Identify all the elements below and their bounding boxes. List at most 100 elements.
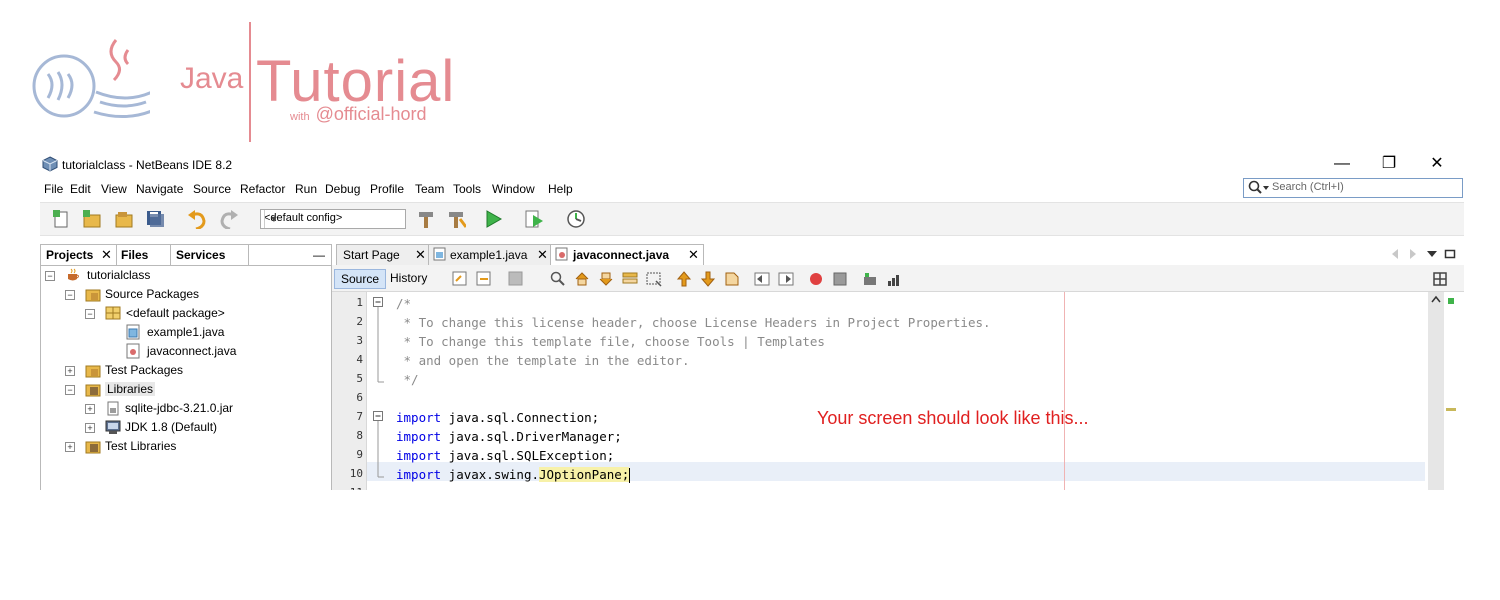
toggle-highlight-icon[interactable] xyxy=(622,271,638,287)
source-tab[interactable]: Source xyxy=(334,269,386,289)
tab-projects[interactable]: Projects xyxy=(46,248,93,262)
scroll-up-icon[interactable] xyxy=(1430,294,1442,304)
shift-left-icon[interactable] xyxy=(754,271,770,287)
last-edit-icon[interactable] xyxy=(452,271,468,287)
profile-icon[interactable] xyxy=(566,209,586,229)
code-line[interactable]: import java.sql.SQLException; xyxy=(396,448,614,463)
tab-close-icon[interactable]: ✕ xyxy=(415,247,426,263)
keyword: import xyxy=(396,429,442,444)
save-all-icon[interactable] xyxy=(145,209,165,229)
collapse-icon[interactable]: − xyxy=(65,385,75,395)
config-select[interactable]: <default config> ▼ xyxy=(260,209,406,229)
keyword: import xyxy=(396,410,442,425)
code-line[interactable]: * and open the template in the editor. xyxy=(396,353,690,368)
text-cursor xyxy=(629,468,631,483)
start-pattern-icon[interactable] xyxy=(862,271,878,287)
line-number: 10 xyxy=(349,467,363,480)
code-line[interactable]: * To change this license header, choose … xyxy=(396,315,991,330)
search-icon xyxy=(1248,180,1269,194)
java-file-icon xyxy=(555,247,568,261)
menu-file[interactable]: File xyxy=(44,182,63,196)
restore-button[interactable]: ❐ xyxy=(1374,154,1404,174)
record-macro-icon[interactable] xyxy=(808,271,824,287)
run-icon[interactable] xyxy=(484,209,504,229)
menu-view[interactable]: View xyxy=(101,182,127,196)
new-file-icon[interactable] xyxy=(52,209,72,229)
expand-icon[interactable]: + xyxy=(85,404,95,414)
code-line[interactable]: import java.sql.Connection; xyxy=(396,410,599,425)
tab-start-page[interactable]: Start Page ✕ xyxy=(336,244,430,265)
forward-icon[interactable] xyxy=(508,271,524,287)
minimize-button[interactable]: — xyxy=(1327,154,1357,174)
collapse-icon[interactable]: − xyxy=(85,309,95,319)
menu-run[interactable]: Run xyxy=(295,182,317,196)
stop-macro-icon[interactable] xyxy=(832,271,848,287)
panel-minimize-button[interactable]: — xyxy=(313,248,325,262)
build-hammer-icon[interactable] xyxy=(416,209,436,229)
error-stripe-mark[interactable] xyxy=(1446,408,1456,411)
shift-right-icon[interactable] xyxy=(778,271,794,287)
tab-list-icon[interactable] xyxy=(1426,248,1438,260)
tab-scroll-right-icon[interactable] xyxy=(1408,248,1418,260)
tab-separator xyxy=(170,245,171,265)
java-file-icon xyxy=(126,324,140,340)
java-file-icon xyxy=(126,343,140,359)
next-bookmark-icon[interactable] xyxy=(700,271,716,287)
new-project-icon[interactable] xyxy=(82,209,102,229)
menu-debug[interactable]: Debug xyxy=(325,182,360,196)
menu-help[interactable]: Help xyxy=(548,182,573,196)
menu-window[interactable]: Window xyxy=(492,182,535,196)
tab-close-icon[interactable]: ✕ xyxy=(537,247,548,263)
tab-files[interactable]: Files xyxy=(121,248,148,262)
chart-icon[interactable] xyxy=(886,271,902,287)
tree-label: javaconnect.java xyxy=(147,344,237,358)
tab-close-icon[interactable]: ✕ xyxy=(688,247,699,263)
code-line[interactable]: * To change this template file, choose T… xyxy=(396,334,825,349)
tab-javaconnect[interactable]: javaconnect.java ✕ xyxy=(550,244,704,265)
code-line-current[interactable]: import javax.swing.JOptionPane; xyxy=(396,467,631,483)
find-selection-icon[interactable] xyxy=(550,271,566,287)
keyword: import xyxy=(396,448,442,463)
tab-example1[interactable]: example1.java ✕ xyxy=(428,244,552,265)
find-next-icon[interactable] xyxy=(598,271,614,287)
menu-tools[interactable]: Tools xyxy=(453,182,481,196)
menu-profile[interactable]: Profile xyxy=(370,182,404,196)
redo-icon[interactable] xyxy=(218,209,238,229)
projects-tab-close-icon[interactable]: ✕ xyxy=(101,247,112,263)
menu-refactor[interactable]: Refactor xyxy=(240,182,285,196)
library-icon xyxy=(85,441,101,454)
vertical-scrollbar[interactable] xyxy=(1428,292,1444,490)
menu-edit[interactable]: Edit xyxy=(70,182,91,196)
menu-team[interactable]: Team xyxy=(415,182,444,196)
search-input[interactable]: Search (Ctrl+I) xyxy=(1243,178,1463,198)
code-line[interactable]: /* xyxy=(396,296,411,311)
editor-panel: Start Page ✕ example1.java ✕ javaconnect… xyxy=(332,244,1464,490)
menu-source[interactable]: Source xyxy=(193,182,231,196)
history-tab[interactable]: History xyxy=(390,269,427,287)
maximize-window-icon[interactable] xyxy=(1444,248,1456,260)
clean-build-icon[interactable] xyxy=(446,209,466,229)
close-button[interactable]: ✕ xyxy=(1422,154,1452,174)
keyword: import xyxy=(396,467,442,482)
find-previous-icon[interactable] xyxy=(574,271,590,287)
previous-bookmark-icon[interactable] xyxy=(676,271,692,287)
menu-navigate[interactable]: Navigate xyxy=(136,182,183,196)
collapse-icon[interactable]: − xyxy=(45,271,55,281)
tab-scroll-left-icon[interactable] xyxy=(1390,248,1400,260)
open-project-icon[interactable] xyxy=(114,209,134,229)
chevron-down-icon: ▼ xyxy=(264,210,283,228)
toggle-bookmark-icon[interactable] xyxy=(724,271,740,287)
expand-icon[interactable]: + xyxy=(65,366,75,376)
expand-icon[interactable]: + xyxy=(85,423,95,433)
split-editor-icon[interactable] xyxy=(1432,271,1448,287)
undo-icon[interactable] xyxy=(186,209,206,229)
tab-services[interactable]: Services xyxy=(176,248,225,262)
expand-icon[interactable]: + xyxy=(65,442,75,452)
tree-label: Test Libraries xyxy=(105,439,177,453)
debug-icon[interactable] xyxy=(524,209,544,229)
toggle-rectangular-selection-icon[interactable] xyxy=(646,271,662,287)
code-line[interactable]: */ xyxy=(396,372,419,387)
back-icon[interactable] xyxy=(476,271,492,287)
code-line[interactable]: import java.sql.DriverManager; xyxy=(396,429,622,444)
collapse-icon[interactable]: − xyxy=(65,290,75,300)
